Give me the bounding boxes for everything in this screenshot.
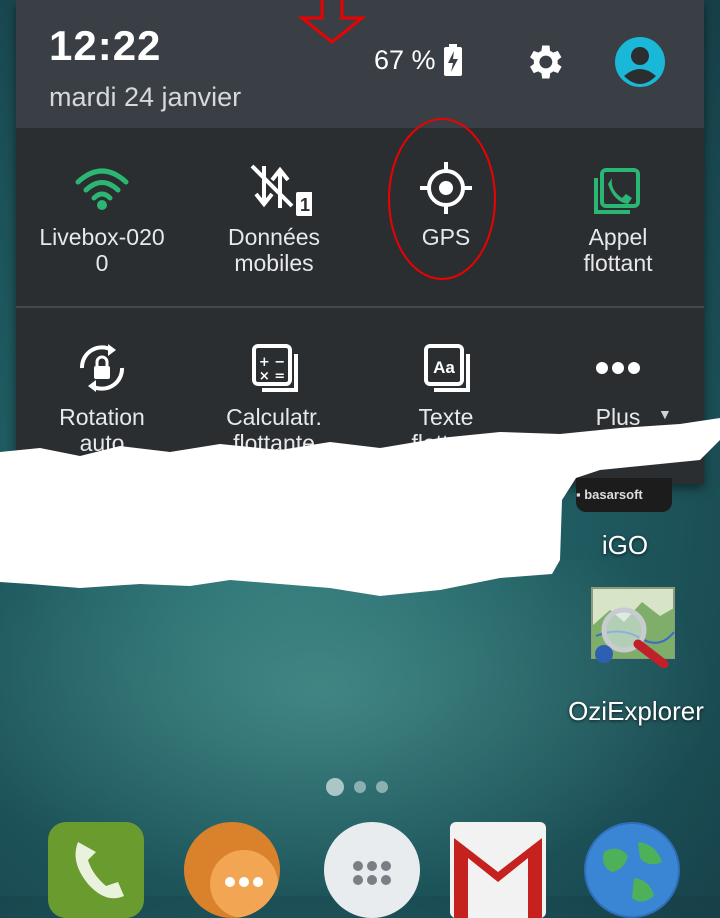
tile-label-line: flottant	[411, 430, 481, 456]
dock-messages[interactable]	[184, 822, 280, 918]
icon-text-aa: Aa	[433, 358, 455, 377]
gps-annotation-circle	[388, 118, 496, 280]
page-dot-active	[326, 778, 344, 796]
tile-label-line: 0	[95, 250, 109, 276]
tile-mobile-data[interactable]: 1 Données mobiles	[188, 128, 360, 306]
igo-brand: basarsoft	[584, 487, 643, 502]
tile-auto-rotate[interactable]: Rotation auto	[16, 308, 188, 486]
dock-phone[interactable]	[48, 822, 144, 918]
floating-call-icon	[594, 168, 640, 214]
dock-browser[interactable]	[584, 822, 680, 918]
clock: 12:22	[49, 22, 162, 69]
tile-label-line: Rotation	[59, 404, 145, 430]
app-drawer-icon	[353, 861, 391, 885]
tile-floating-call[interactable]: Appel flottant	[532, 128, 704, 306]
page-dot	[376, 781, 388, 793]
tile-label-line: Appel	[588, 224, 648, 250]
tile-wifi-label: Livebox-020 0	[16, 224, 188, 276]
quick-settings-row-2: Rotation auto + − × = Calculatr. flottante…	[16, 308, 704, 486]
svg-text:× =: × =	[259, 369, 285, 384]
quick-settings-grid: Livebox-020 0 1 Données mobiles GPS Appe…	[16, 128, 704, 486]
tile-mobile-data-label: Données mobiles	[188, 224, 360, 276]
quick-settings-row-1: Livebox-020 0 1 Données mobiles GPS Appe…	[16, 128, 704, 308]
auto-rotate-icon	[79, 344, 125, 392]
messages-icon	[210, 850, 278, 918]
tile-label-line: Plus	[595, 404, 641, 430]
sim-badge: 1	[300, 195, 310, 215]
calculator-icon: + − × =	[252, 344, 298, 392]
floating-text-icon: Aa	[424, 344, 470, 392]
tile-floating-calculator[interactable]: + − × = Calculatr. flottante	[188, 308, 360, 486]
wifi-icon	[75, 168, 129, 210]
battery-charging-icon	[443, 44, 462, 76]
gmail-icon	[454, 838, 542, 918]
notification-shade: 12:22 mardi 24 janvier 67 % Livebox-020 …	[16, 0, 704, 484]
phone-icon	[75, 842, 124, 899]
tile-label-line: Données	[227, 224, 321, 250]
expand-arrow-icon[interactable]: ▼	[658, 406, 672, 422]
browser-icon	[586, 824, 678, 916]
tile-label-line: auto	[79, 430, 125, 456]
tile-floating-text[interactable]: Aa Texte flottant	[360, 308, 532, 486]
svg-text:+ −: + −	[259, 355, 285, 370]
tile-auto-rotate-label: Rotation auto	[16, 404, 188, 456]
more-icon	[596, 362, 640, 374]
tile-floating-calculator-label: Calculatr. flottante	[188, 404, 360, 456]
tile-floating-text-label: Texte flottant	[360, 404, 532, 456]
annotation-down-arrow-icon	[297, 0, 367, 44]
tile-more[interactable]: Plus	[532, 308, 704, 486]
oziexplorer-app-label[interactable]: OziExplorer	[556, 696, 716, 727]
date: mardi 24 janvier	[49, 82, 242, 112]
tile-label-line: Livebox-020	[39, 224, 165, 250]
oziexplorer-app-icon[interactable]	[590, 586, 676, 668]
tile-wifi[interactable]: Livebox-020 0	[16, 128, 188, 306]
tile-label-line: flottante	[233, 430, 315, 456]
tile-label-line: Calculatr.	[226, 404, 322, 430]
tile-more-label: Plus	[532, 404, 704, 430]
dock-app-drawer[interactable]	[324, 822, 420, 918]
page-indicator	[326, 778, 388, 796]
page-dot	[354, 781, 366, 793]
battery-percent: 67 %	[374, 44, 436, 75]
igo-app-icon[interactable]: ▪ basarsoft	[576, 478, 672, 512]
tile-label-line: Texte	[418, 404, 474, 430]
igo-app-label[interactable]: iGO	[570, 530, 680, 561]
account-avatar-icon[interactable]	[614, 36, 666, 88]
settings-gear-icon[interactable]	[522, 40, 566, 84]
tile-floating-call-label: Appel flottant	[532, 224, 704, 276]
mobile-data-off-icon: 1	[250, 164, 312, 216]
tile-label-line: mobiles	[234, 250, 314, 276]
dock-gmail[interactable]	[450, 822, 546, 918]
battery-status: 67 %	[374, 44, 462, 76]
tile-label-line: flottant	[583, 250, 653, 276]
